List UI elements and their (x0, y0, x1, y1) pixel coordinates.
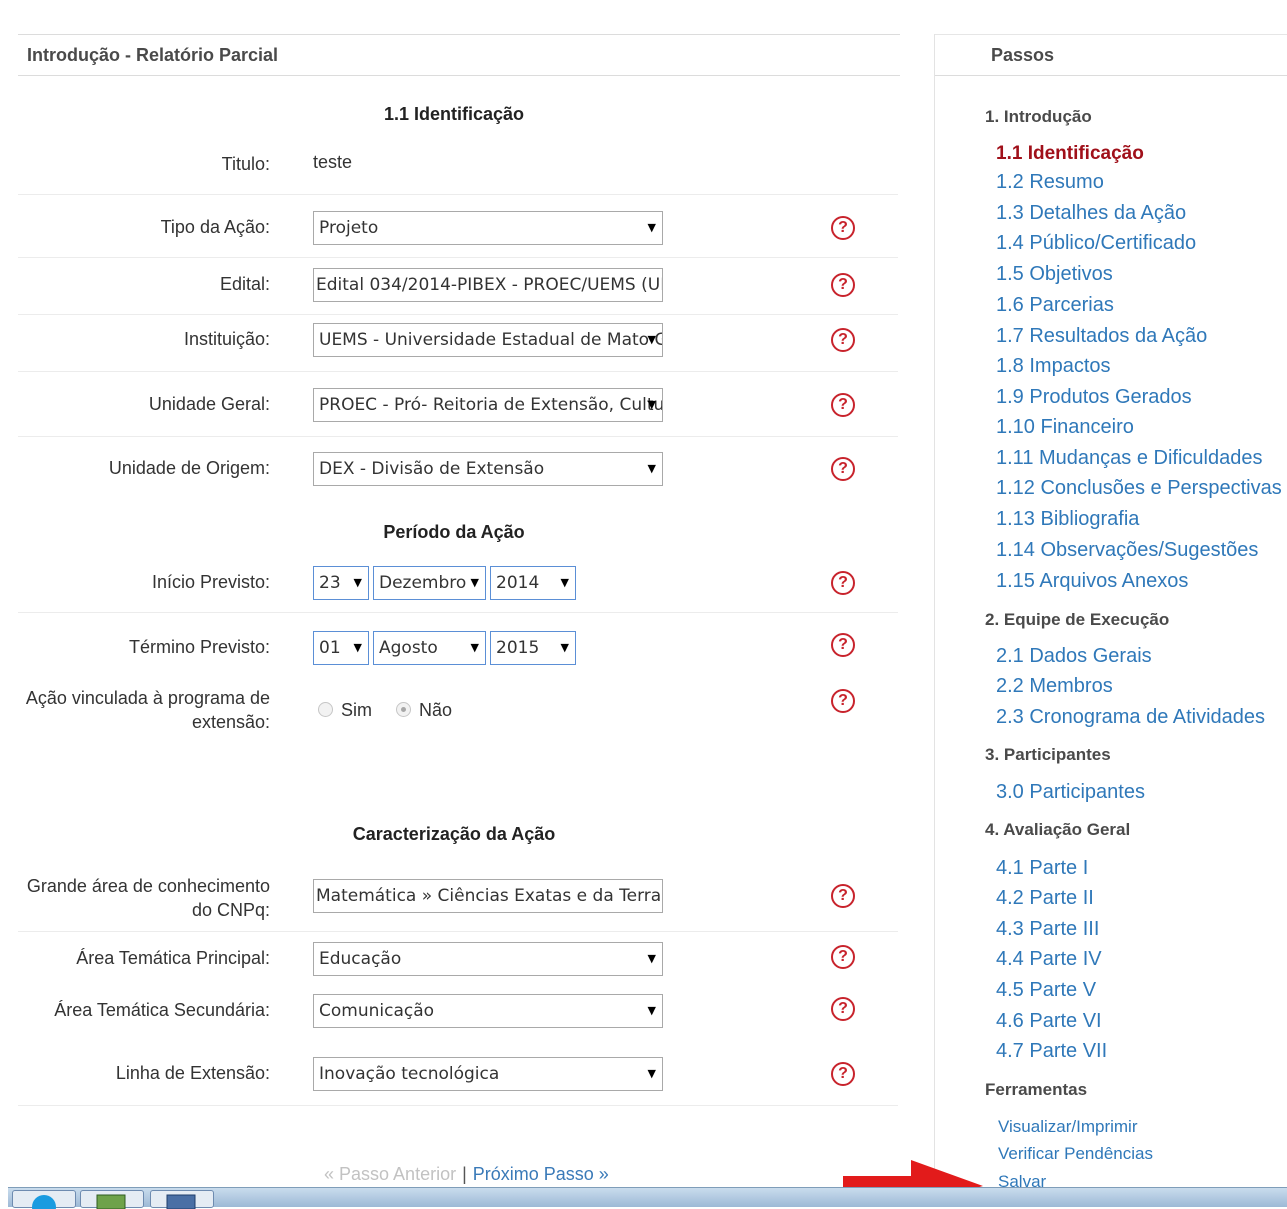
step-1-10[interactable]: 1.10 Financeiro (996, 416, 1134, 439)
step-1-5[interactable]: 1.5 Objetivos (996, 263, 1113, 286)
area-secundaria-select[interactable]: Comunicação ▼ (313, 994, 663, 1028)
unidade-geral-label: Unidade Geral: (148, 394, 270, 414)
linha-extensao-help-icon[interactable]: ? (831, 1062, 855, 1086)
steps-group-avaliacao: 4. Avaliação Geral (985, 820, 1131, 839)
edital-help-icon[interactable]: ? (831, 273, 855, 297)
steps-group-participantes: 3. Participantes (985, 745, 1111, 764)
vinculada-no-label: Não (419, 700, 453, 720)
step-4-3[interactable]: 4.3 Parte III (996, 918, 1099, 941)
inicio-year-select[interactable]: 2014 ▼ (490, 566, 576, 600)
area-secundaria-help-icon[interactable]: ? (831, 997, 855, 1021)
step-3-0[interactable]: 3.0 Participantes (996, 781, 1145, 804)
skype-icon (32, 1195, 56, 1209)
vinculada-help-icon[interactable]: ? (831, 689, 855, 713)
area-principal-label: Área Temática Principal: (76, 948, 270, 968)
inicio-label: Início Previsto: (151, 572, 270, 592)
grande-area-field[interactable]: Matemática » Ciências Exatas e da Terra (313, 879, 663, 913)
inicio-help-icon[interactable]: ? (831, 571, 855, 595)
step-2-2[interactable]: 2.2 Membros (996, 675, 1113, 698)
titulo-value: teste (313, 152, 353, 172)
next-step-link[interactable]: Próximo Passo » (473, 1164, 609, 1184)
linha-extensao-select[interactable]: Inovação tecnológica ▼ (313, 1057, 663, 1091)
vinculada-no-radio[interactable] (396, 702, 412, 717)
step-4-5[interactable]: 4.5 Parte V (996, 979, 1096, 1002)
section-title-caracterizacao: Caracterização da Ação (352, 824, 556, 844)
area-secundaria-label: Área Temática Secundária: (54, 1000, 270, 1020)
tipo-acao-label: Tipo da Ação: (160, 217, 270, 237)
termino-month-select[interactable]: Agosto ▼ (373, 631, 486, 665)
step-1-3[interactable]: 1.3 Detalhes da Ação (996, 202, 1186, 225)
vinculada-label: Ação vinculada à programa de extensão: (25, 688, 270, 732)
area-principal-select[interactable]: Educação ▼ (313, 942, 663, 976)
steps-panel: Passos 1. Introdução 1.1 Identificação 1… (934, 34, 1287, 1194)
instituicao-select[interactable]: UEMS - Universidade Estadual de Mato G ▼ (313, 323, 663, 357)
tool-verificar-pendencias[interactable]: Verificar Pendências (998, 1144, 1153, 1164)
form-panel: Introdução - Relatório Parcial 1.1 Ident… (18, 34, 900, 1194)
termino-year-select[interactable]: 2015 ▼ (490, 631, 576, 665)
step-2-3[interactable]: 2.3 Cronograma de Atividades (996, 706, 1265, 729)
prev-step-link[interactable]: « Passo Anterior (324, 1164, 456, 1184)
step-4-7[interactable]: 4.7 Parte VII (996, 1040, 1107, 1063)
steps-group-equipe: 2. Equipe de Execução (985, 610, 1170, 629)
tipo-acao-select[interactable]: Projeto ▼ (313, 211, 663, 245)
termino-label: Término Previsto: (128, 637, 270, 657)
step-1-6[interactable]: 1.6 Parcerias (996, 294, 1114, 317)
taskbar-browser-button[interactable] (150, 1190, 214, 1209)
tool-visualizar-imprimir[interactable]: Visualizar/Imprimir (998, 1117, 1138, 1137)
step-2-1[interactable]: 2.1 Dados Gerais (996, 645, 1152, 668)
step-1-7[interactable]: 1.7 Resultados da Ação (996, 325, 1207, 348)
step-1-13[interactable]: 1.13 Bibliografia (996, 508, 1139, 531)
section-title-periodo: Período da Ação (383, 522, 525, 542)
unidade-origem-select[interactable]: DEX - Divisão de Extensão ▼ (313, 452, 663, 486)
step-4-1[interactable]: 4.1 Parte I (996, 857, 1088, 880)
linha-extensao-label: Linha de Extensão: (115, 1063, 270, 1083)
edital-field[interactable]: Edital 034/2014-PIBEX - PROEC/UEMS (UEM (313, 268, 663, 302)
step-1-9[interactable]: 1.9 Produtos Gerados (996, 386, 1192, 409)
grande-area-label: Grande área de conhecimento do CNPq: (26, 876, 270, 920)
section-title-identificacao: 1.1 Identificação (383, 104, 525, 124)
area-principal-help-icon[interactable]: ? (831, 945, 855, 969)
step-1-2[interactable]: 1.2 Resumo (996, 171, 1104, 194)
termino-help-icon[interactable]: ? (831, 633, 855, 657)
step-1-4[interactable]: 1.4 Público/Certificado (996, 232, 1196, 255)
titulo-label: Titulo: (221, 154, 270, 174)
vinculada-radio-group: Sim Não (318, 700, 452, 721)
pager: « Passo Anterior | Próximo Passo » (324, 1164, 609, 1185)
step-1-8[interactable]: 1.8 Impactos (996, 355, 1111, 378)
taskbar-skype-button[interactable] (12, 1190, 76, 1209)
step-4-2[interactable]: 4.2 Parte II (996, 887, 1094, 910)
step-1-12[interactable]: 1.12 Conclusões e Perspectivas (996, 477, 1282, 500)
tipo-acao-help-icon[interactable]: ? (831, 216, 855, 240)
pager-separator: | (462, 1164, 467, 1184)
steps-panel-title: Passos (935, 34, 1287, 76)
vinculada-yes-label: Sim (341, 700, 372, 720)
os-taskbar (8, 1187, 1287, 1209)
step-1-14[interactable]: 1.14 Observações/Sugestões (996, 539, 1258, 562)
steps-group-introducao: 1. Introdução (985, 107, 1092, 126)
inicio-day-select[interactable]: 23 ▼ (313, 566, 369, 600)
inicio-month-select[interactable]: Dezembro ▼ (373, 566, 486, 600)
step-4-4[interactable]: 4.4 Parte IV (996, 948, 1102, 971)
step-1-11[interactable]: 1.11 Mudanças e Dificuldades (996, 447, 1262, 470)
instituicao-label: Instituição: (183, 329, 270, 349)
form-panel-title: Introdução - Relatório Parcial (18, 34, 900, 76)
tools-group-title: Ferramentas (985, 1080, 1088, 1099)
edital-label: Edital: (219, 274, 270, 294)
unidade-origem-help-icon[interactable]: ? (831, 457, 855, 481)
instituicao-help-icon[interactable]: ? (831, 328, 855, 352)
grande-area-help-icon[interactable]: ? (831, 884, 855, 908)
unidade-origem-label: Unidade de Origem: (108, 458, 270, 478)
step-1-15[interactable]: 1.15 Arquivos Anexos (996, 570, 1188, 593)
step-4-6[interactable]: 4.6 Parte VI (996, 1010, 1102, 1033)
unidade-geral-select[interactable]: PROEC - Pró- Reitoria de Extensão, Cultu… (313, 388, 663, 422)
unidade-geral-help-icon[interactable]: ? (831, 393, 855, 417)
taskbar-app-button[interactable] (80, 1190, 144, 1209)
vinculada-yes-radio[interactable] (318, 702, 333, 717)
termino-day-select[interactable]: 01 ▼ (313, 631, 369, 665)
step-1-1[interactable]: 1.1 Identificação (996, 143, 1144, 165)
